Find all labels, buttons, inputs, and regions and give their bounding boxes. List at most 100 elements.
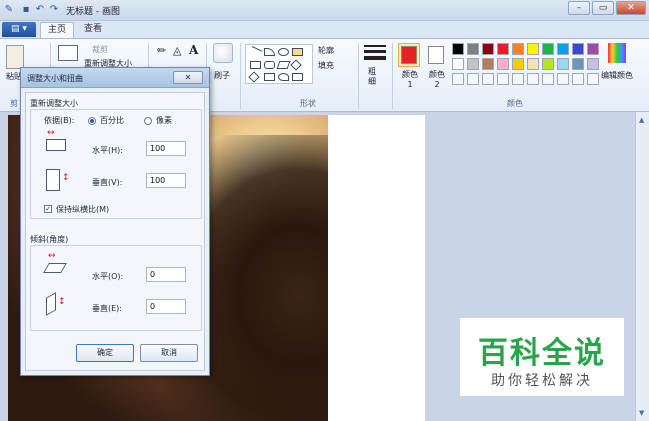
edit-colors-button[interactable]: 编辑颜色 xyxy=(601,70,633,81)
scroll-up-icon[interactable]: ▲ xyxy=(639,116,644,124)
polygon-shape-icon[interactable] xyxy=(250,61,261,69)
horizontal-arrow-icon: ↔ xyxy=(47,128,55,138)
ribbon-tabs: ▤ ▾ 主页 查看 xyxy=(0,21,649,38)
palette-empty-swatch[interactable] xyxy=(542,73,554,85)
palette-swatch[interactable] xyxy=(572,58,584,70)
skew-horizontal-input[interactable]: 0 xyxy=(146,267,186,282)
rectangle-shape-icon[interactable] xyxy=(292,48,303,56)
window-close-button[interactable]: ✕ xyxy=(616,1,646,15)
palette-swatch[interactable] xyxy=(512,58,524,70)
paint-window: ✎ ▪ ↶ ↷ 无标题 - 画图 – ▭ ✕ ▤ ▾ 主页 查看 粘贴 剪 裁剪… xyxy=(0,0,649,421)
palette-swatch[interactable] xyxy=(497,58,509,70)
text-tool-icon[interactable]: A xyxy=(189,43,198,57)
horizontal-resize-icon xyxy=(46,139,66,151)
vertical-scrollbar[interactable]: ▲ ▼ xyxy=(635,112,649,421)
outline-button[interactable]: 轮廓 xyxy=(318,45,334,56)
vertical-input[interactable]: 100 xyxy=(146,173,186,188)
palette-swatch[interactable] xyxy=(482,43,494,55)
palette-swatch[interactable] xyxy=(497,43,509,55)
cancel-button[interactable]: 取消 xyxy=(140,344,198,362)
save-icon[interactable]: ▪ xyxy=(20,4,32,16)
vertical-label: 垂直(V): xyxy=(92,178,123,187)
palette-swatch[interactable] xyxy=(467,43,479,55)
skew-vertical-input[interactable]: 0 xyxy=(146,299,186,314)
dialog-title: 调整大小和扭曲 xyxy=(27,74,83,83)
palette-empty-swatch[interactable] xyxy=(587,73,599,85)
palette-empty-swatch[interactable] xyxy=(557,73,569,85)
palette-swatch[interactable] xyxy=(557,43,569,55)
color2-swatch[interactable] xyxy=(428,46,444,64)
redo-icon[interactable]: ↷ xyxy=(48,4,60,16)
vertical-arrow-icon: ↕ xyxy=(62,173,70,183)
crop-button[interactable]: 裁剪 xyxy=(92,44,108,55)
palette-swatch[interactable] xyxy=(587,43,599,55)
line-shape-icon[interactable] xyxy=(248,46,263,58)
palette-swatch[interactable] xyxy=(452,43,464,55)
palette-empty-swatch[interactable] xyxy=(572,73,584,85)
palette-empty-swatch[interactable] xyxy=(482,73,494,85)
parallelogram-shape-icon[interactable] xyxy=(276,61,291,69)
pixels-radio[interactable] xyxy=(144,117,152,125)
color1-label: 颜色 1 xyxy=(402,70,418,89)
palette-swatch[interactable] xyxy=(482,58,494,70)
edit-colors-icon[interactable] xyxy=(608,43,626,63)
undo-icon[interactable]: ↶ xyxy=(34,4,46,16)
star-shape-icon[interactable] xyxy=(292,73,303,81)
curve-shape-icon[interactable] xyxy=(264,48,275,56)
palette-empty-swatch[interactable] xyxy=(512,73,524,85)
palette-swatch[interactable] xyxy=(572,43,584,55)
brush-icon[interactable] xyxy=(213,43,233,63)
paint-app-icon: ✎ xyxy=(4,4,14,15)
tab-view[interactable]: 查看 xyxy=(78,22,108,38)
dialog-title-bar[interactable]: 调整大小和扭曲 ✕ xyxy=(21,68,209,88)
scroll-down-icon[interactable]: ▼ xyxy=(639,409,644,417)
shapes-gallery[interactable] xyxy=(245,44,313,84)
palette-swatch[interactable] xyxy=(467,58,479,70)
diamond-shape-icon[interactable] xyxy=(290,59,302,71)
tab-home[interactable]: 主页 xyxy=(40,22,74,38)
size-button[interactable]: 粗细 xyxy=(368,67,382,87)
palette-empty-swatch[interactable] xyxy=(467,73,479,85)
pencil-icon[interactable]: ✏ xyxy=(157,44,166,57)
paste-icon[interactable] xyxy=(6,45,24,69)
size-line-icon[interactable] xyxy=(364,50,386,53)
ok-button[interactable]: 确定 xyxy=(76,344,134,362)
brushes-button[interactable]: 刷子 xyxy=(214,70,230,81)
palette-empty-swatch[interactable] xyxy=(527,73,539,85)
palette-swatch[interactable] xyxy=(557,58,569,70)
maximize-button[interactable]: ▭ xyxy=(592,1,614,15)
color1-swatch xyxy=(401,46,417,64)
palette-swatch[interactable] xyxy=(587,58,599,70)
horizontal-input[interactable]: 100 xyxy=(146,141,186,156)
keep-ratio-label[interactable]: 保持纵横比(M) xyxy=(56,204,109,215)
rounded-rect-shape-icon[interactable] xyxy=(264,61,275,69)
watermark: 百科全说 助你轻松解决 xyxy=(460,318,624,396)
oval-shape-icon[interactable] xyxy=(278,48,289,56)
select-icon[interactable] xyxy=(58,45,78,61)
pixels-label[interactable]: 像素 xyxy=(156,115,172,126)
percent-radio[interactable] xyxy=(88,117,96,125)
size-line-icon[interactable] xyxy=(364,56,386,60)
palette-swatch[interactable] xyxy=(512,43,524,55)
horizontal-label: 水平(H): xyxy=(92,146,123,155)
callout-shape-icon[interactable] xyxy=(278,73,289,81)
minimize-button[interactable]: – xyxy=(568,1,590,15)
palette-empty-swatch[interactable] xyxy=(497,73,509,85)
palette-swatch[interactable] xyxy=(542,58,554,70)
dialog-close-button[interactable]: ✕ xyxy=(173,71,203,84)
palette-swatch[interactable] xyxy=(527,58,539,70)
arrow-shape-icon[interactable] xyxy=(264,73,275,81)
rhombus-shape-icon[interactable] xyxy=(248,71,260,83)
palette-swatch[interactable] xyxy=(527,43,539,55)
size-line-icon[interactable] xyxy=(364,45,386,47)
palette-swatch[interactable] xyxy=(542,43,554,55)
keep-ratio-checkbox[interactable]: ✓ xyxy=(44,205,52,213)
palette-empty-swatch[interactable] xyxy=(452,73,464,85)
fill-bucket-icon[interactable]: ◬ xyxy=(173,44,181,57)
file-menu-button[interactable]: ▤ ▾ xyxy=(2,22,36,37)
skew-vertical-label: 垂直(E): xyxy=(92,304,122,313)
watermark-subtitle: 助你轻松解决 xyxy=(491,373,593,389)
percent-label[interactable]: 百分比 xyxy=(100,115,124,126)
palette-swatch[interactable] xyxy=(452,58,464,70)
fill-button[interactable]: 填充 xyxy=(318,60,334,71)
